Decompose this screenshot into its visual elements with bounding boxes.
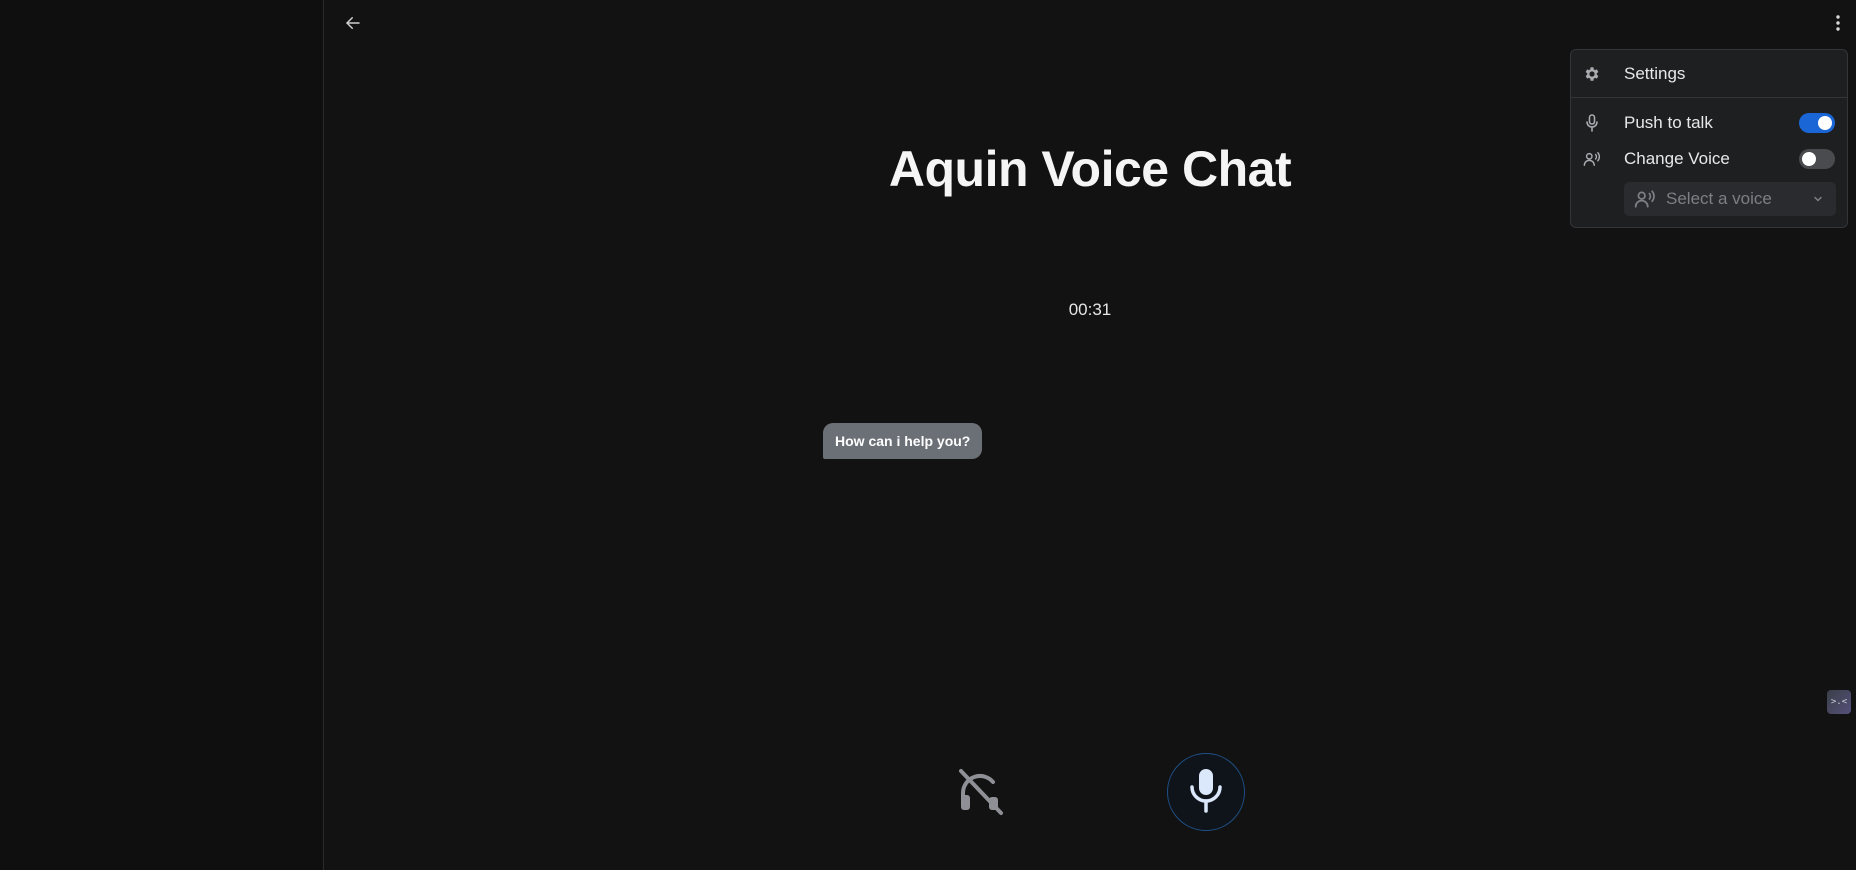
voice-select-placeholder: Select a voice	[1666, 189, 1772, 208]
change-voice-row: Change Voice	[1571, 143, 1847, 175]
push-to-talk-label: Push to talk	[1624, 113, 1713, 132]
headphones-off-icon	[955, 767, 1005, 822]
left-sidebar	[0, 0, 324, 870]
message-text: How can i help you?	[835, 433, 971, 449]
more-options-button[interactable]	[1828, 12, 1848, 38]
chevron-down-icon	[1812, 193, 1824, 205]
call-timer: 00:31	[1068, 300, 1112, 319]
speaker-voice-icon	[1634, 189, 1656, 209]
microphone-button[interactable]	[1167, 753, 1245, 831]
speaker-voice-icon	[1583, 150, 1601, 168]
toggle-knob	[1818, 116, 1832, 130]
change-voice-label: Change Voice	[1624, 149, 1730, 168]
settings-label: Settings	[1624, 63, 1686, 83]
arrow-left-icon	[344, 14, 362, 37]
toggle-knob	[1802, 152, 1816, 166]
deafen-button[interactable]	[948, 762, 1012, 826]
floating-widget[interactable]: >.<	[1827, 690, 1851, 714]
settings-header[interactable]: Settings	[1571, 50, 1847, 98]
app-window: Aquin Voice Chat 00:31 How can i help yo…	[0, 0, 1856, 870]
push-to-talk-row: Push to talk	[1571, 107, 1847, 139]
change-voice-toggle[interactable]	[1799, 149, 1835, 169]
gear-icon	[1583, 65, 1601, 83]
voice-select-dropdown[interactable]: Select a voice	[1624, 182, 1836, 216]
push-to-talk-toggle[interactable]	[1799, 113, 1835, 133]
settings-dropdown: Settings Push to talk Change Voice Selec…	[1570, 49, 1848, 228]
more-vertical-icon	[1835, 14, 1841, 37]
assistant-message-bubble: How can i help you?	[823, 423, 983, 459]
widget-face-icon: >.<	[1830, 697, 1848, 707]
microphone-icon	[1583, 114, 1601, 132]
back-button[interactable]	[340, 12, 366, 38]
microphone-icon	[1186, 767, 1226, 818]
